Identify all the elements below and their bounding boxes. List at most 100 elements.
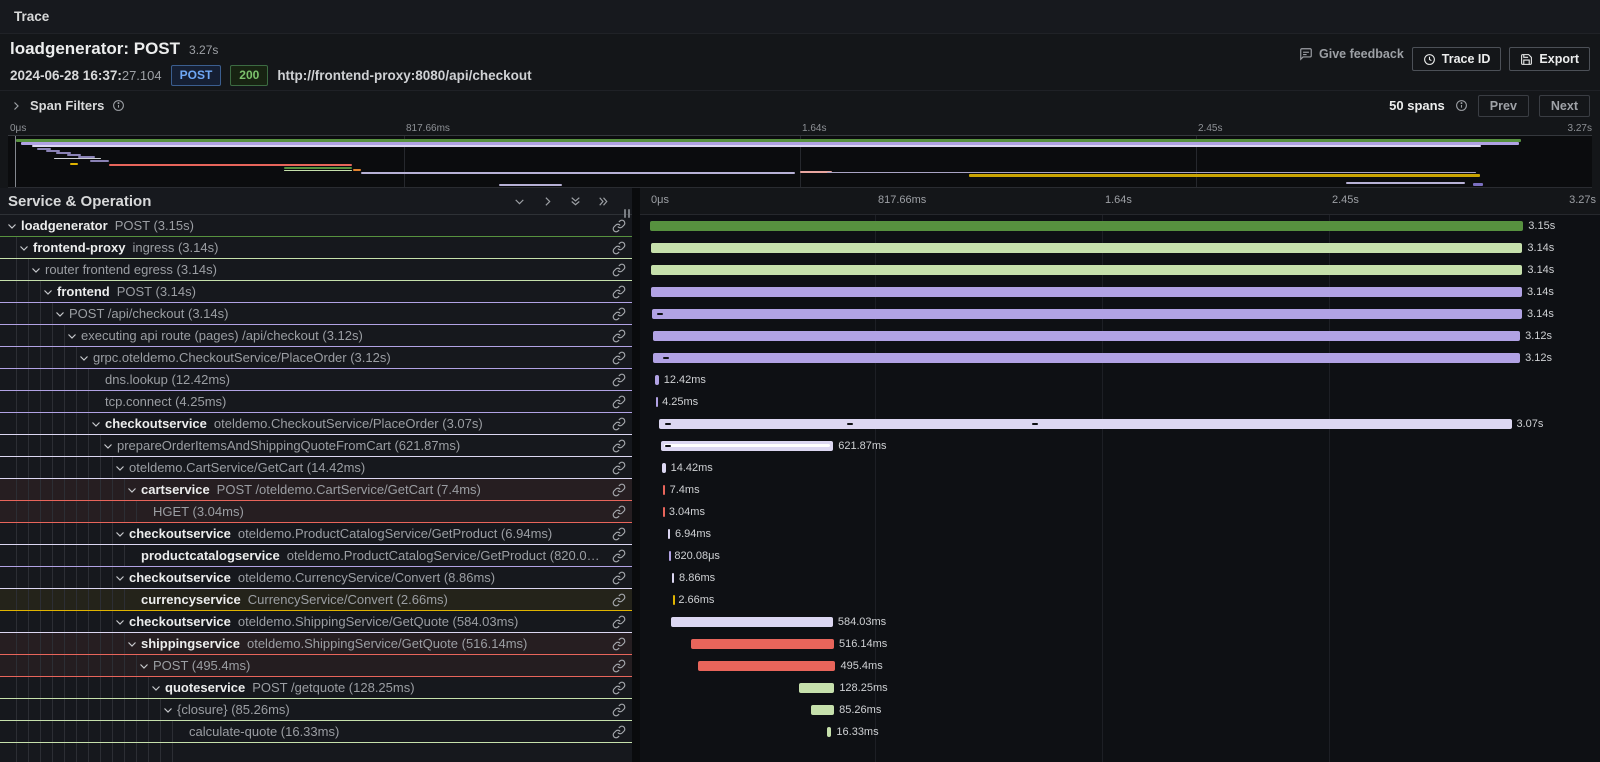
span-duration-bar[interactable]: [651, 265, 1523, 275]
info-icon[interactable]: [112, 99, 125, 112]
span-duration-bar[interactable]: [673, 595, 675, 605]
minimap-canvas[interactable]: [8, 135, 1592, 188]
row-expand-chevron-icon[interactable]: [138, 660, 153, 672]
span-link-icon[interactable]: [604, 615, 626, 629]
span-link-icon[interactable]: [604, 703, 626, 717]
span-link-icon[interactable]: [604, 329, 626, 343]
span-duration-bar[interactable]: [655, 375, 658, 385]
info-icon[interactable]: [1455, 99, 1468, 112]
span-duration-bar[interactable]: [663, 507, 665, 517]
span-link-icon[interactable]: [604, 351, 626, 365]
span-row-label[interactable]: calculate-quote (16.33ms): [0, 721, 632, 743]
span-duration-bar[interactable]: [662, 463, 666, 473]
row-expand-chevron-icon[interactable]: [126, 484, 141, 496]
span-duration-bar[interactable]: [671, 617, 833, 627]
span-row-label[interactable]: loadgeneratorPOST (3.15s): [0, 215, 632, 237]
span-row-label[interactable]: executing api route (pages) /api/checkou…: [0, 325, 632, 347]
span-link-icon[interactable]: [604, 241, 626, 255]
span-row-label[interactable]: POST (495.4ms): [0, 655, 632, 677]
span-link-icon[interactable]: [604, 571, 626, 585]
row-expand-chevron-icon[interactable]: [150, 682, 165, 694]
span-duration-bar[interactable]: [656, 397, 658, 407]
column-resize-handle[interactable]: [624, 209, 630, 218]
row-expand-chevron-icon[interactable]: [114, 572, 129, 584]
span-link-icon[interactable]: [604, 263, 626, 277]
row-expand-chevron-icon[interactable]: [66, 330, 81, 342]
span-duration-bar[interactable]: [672, 573, 674, 583]
span-row-label[interactable]: quoteservicePOST /getquote (128.25ms): [0, 677, 632, 699]
span-duration-bar[interactable]: [827, 727, 832, 737]
trace-id-button[interactable]: Trace ID: [1412, 47, 1502, 71]
span-row-label[interactable]: prepareOrderItemsAndShippingQuoteFromCar…: [0, 435, 632, 457]
double-chevron-right-icon[interactable]: [597, 195, 610, 208]
span-row-label[interactable]: checkoutserviceoteldemo.ShippingService/…: [0, 611, 632, 633]
span-duration-bar[interactable]: [669, 551, 671, 561]
span-duration-bar[interactable]: [650, 221, 1523, 231]
row-expand-chevron-icon[interactable]: [126, 638, 141, 650]
row-expand-chevron-icon[interactable]: [162, 704, 177, 716]
span-row-label[interactable]: productcatalogserviceoteldemo.ProductCat…: [0, 545, 632, 567]
row-expand-chevron-icon[interactable]: [54, 308, 69, 320]
span-duration-bar[interactable]: [661, 441, 834, 451]
row-expand-chevron-icon[interactable]: [30, 264, 45, 276]
double-chevron-down-icon[interactable]: [569, 195, 582, 208]
span-link-icon[interactable]: [604, 527, 626, 541]
span-row-label[interactable]: checkoutserviceoteldemo.ProductCatalogSe…: [0, 523, 632, 545]
span-row-label[interactable]: frontendPOST (3.14s): [0, 281, 632, 303]
row-expand-chevron-icon[interactable]: [42, 286, 57, 298]
span-link-icon[interactable]: [604, 637, 626, 651]
span-duration-bar[interactable]: [653, 353, 1520, 363]
span-link-icon[interactable]: [604, 395, 626, 409]
span-duration-bar[interactable]: [811, 705, 835, 715]
span-link-icon[interactable]: [604, 285, 626, 299]
row-expand-chevron-icon[interactable]: [90, 418, 105, 430]
span-duration-bar[interactable]: [651, 243, 1523, 253]
span-link-icon[interactable]: [604, 593, 626, 607]
row-expand-chevron-icon[interactable]: [114, 616, 129, 628]
span-row-label[interactable]: tcp.connect (4.25ms): [0, 391, 632, 413]
span-link-icon[interactable]: [604, 439, 626, 453]
column-divider[interactable]: [632, 188, 640, 762]
span-link-icon[interactable]: [604, 549, 626, 563]
span-link-icon[interactable]: [604, 219, 626, 233]
span-row-label[interactable]: grpc.oteldemo.CheckoutService/PlaceOrder…: [0, 347, 632, 369]
span-row-label[interactable]: checkoutserviceoteldemo.CurrencyService/…: [0, 567, 632, 589]
span-duration-bar[interactable]: [652, 309, 1522, 319]
row-expand-chevron-icon[interactable]: [78, 352, 93, 364]
span-duration-bar[interactable]: [698, 661, 836, 671]
span-row-label[interactable]: HGET (3.04ms): [0, 501, 632, 523]
span-row-label[interactable]: oteldemo.CartService/GetCart (14.42ms): [0, 457, 632, 479]
span-link-icon[interactable]: [604, 373, 626, 387]
span-duration-bar[interactable]: [659, 419, 1512, 429]
span-duration-bar[interactable]: [799, 683, 835, 693]
row-expand-chevron-icon[interactable]: [18, 242, 33, 254]
prev-button[interactable]: Prev: [1478, 95, 1529, 117]
span-row-label[interactable]: POST /api/checkout (3.14s): [0, 303, 632, 325]
span-link-icon[interactable]: [604, 417, 626, 431]
span-filters-toggle[interactable]: Span Filters: [10, 98, 125, 113]
row-expand-chevron-icon[interactable]: [114, 462, 129, 474]
span-link-icon[interactable]: [604, 659, 626, 673]
span-row-label[interactable]: cartservicePOST /oteldemo.CartService/Ge…: [0, 479, 632, 501]
chevron-right-icon[interactable]: [541, 195, 554, 208]
span-link-icon[interactable]: [604, 307, 626, 321]
span-row-label[interactable]: frontend-proxyingress (3.14s): [0, 237, 632, 259]
export-button[interactable]: Export: [1509, 47, 1590, 71]
span-duration-bar[interactable]: [691, 639, 834, 649]
span-link-icon[interactable]: [604, 725, 626, 739]
row-expand-chevron-icon[interactable]: [102, 440, 117, 452]
span-duration-bar[interactable]: [651, 287, 1522, 297]
row-expand-chevron-icon[interactable]: [114, 528, 129, 540]
span-link-icon[interactable]: [604, 483, 626, 497]
span-row-label[interactable]: {closure} (85.26ms): [0, 699, 632, 721]
give-feedback-link[interactable]: Give feedback: [1299, 47, 1404, 61]
span-duration-bar[interactable]: [668, 529, 670, 539]
minimap-scrubber-handle[interactable]: [15, 136, 16, 187]
span-link-icon[interactable]: [604, 681, 626, 695]
span-link-icon[interactable]: [604, 461, 626, 475]
span-row-label[interactable]: router frontend egress (3.14s): [0, 259, 632, 281]
span-link-icon[interactable]: [604, 505, 626, 519]
span-row-label[interactable]: currencyserviceCurrencyService/Convert (…: [0, 589, 632, 611]
span-row-label[interactable]: shippingserviceoteldemo.ShippingService/…: [0, 633, 632, 655]
row-expand-chevron-icon[interactable]: [6, 220, 21, 232]
